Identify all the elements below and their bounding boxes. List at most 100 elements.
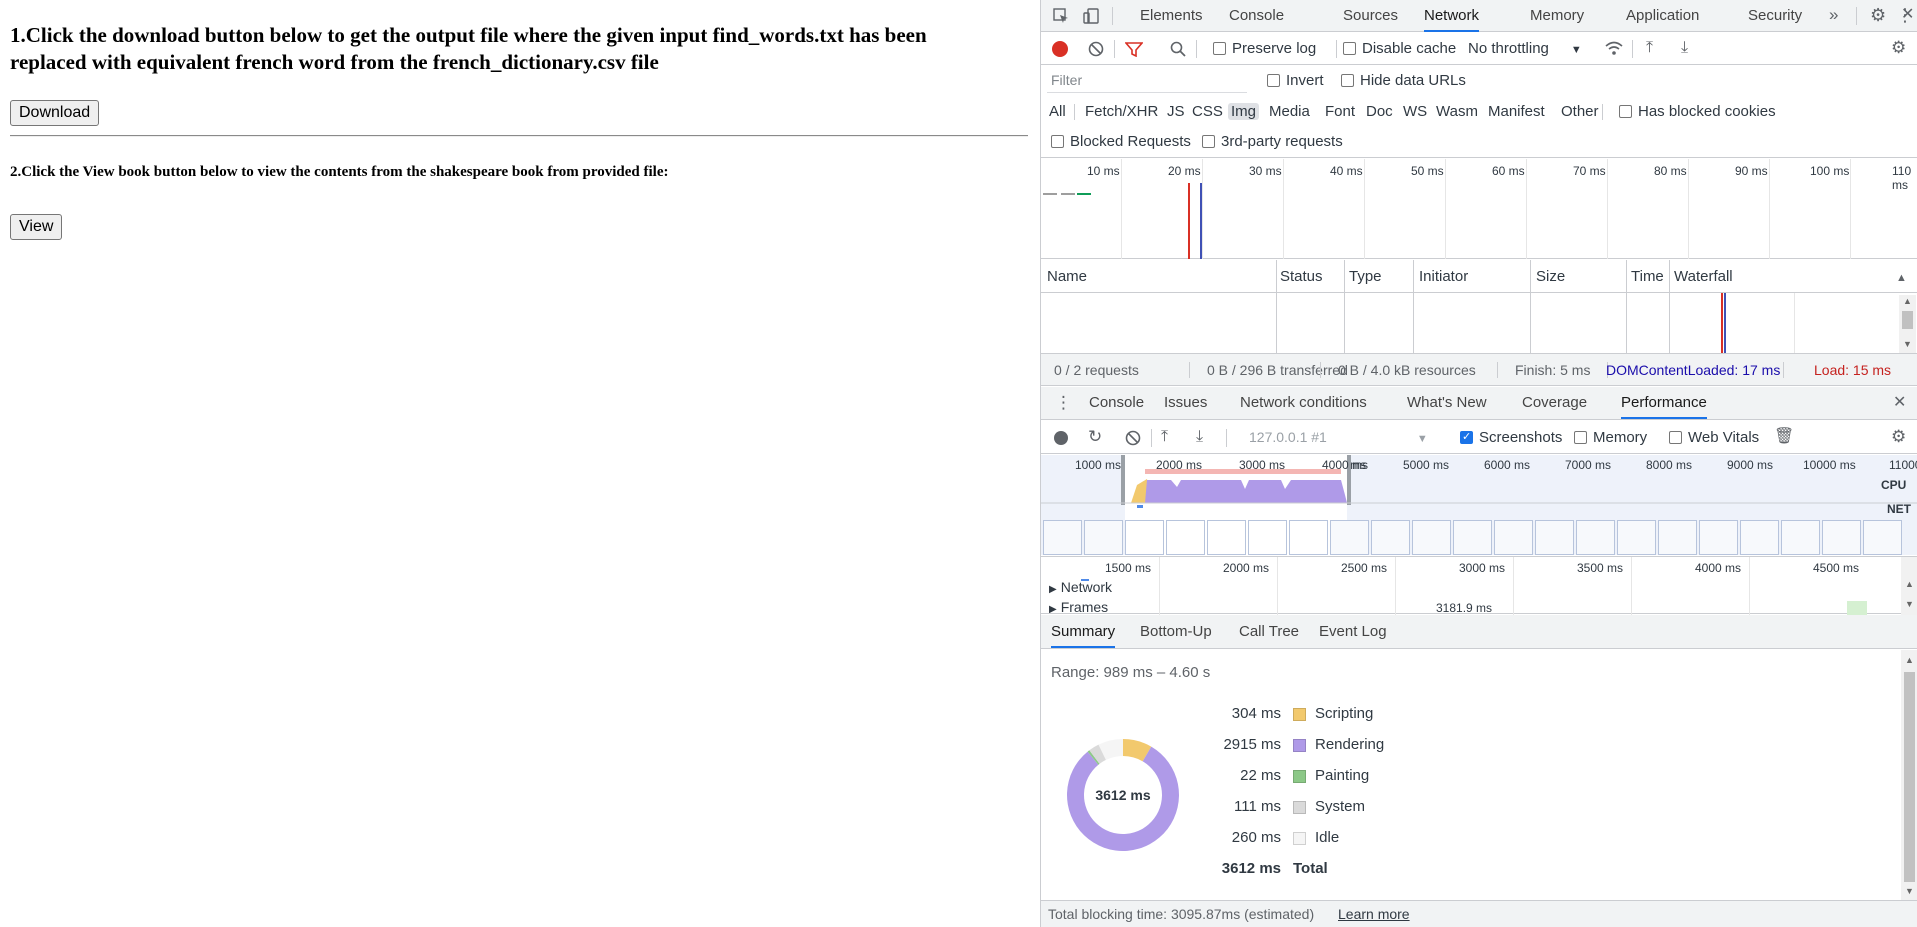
view-button[interactable]: View [10, 214, 63, 240]
learn-more-link[interactable]: Learn more [1338, 906, 1410, 922]
type-filter-wasm[interactable]: Wasm [1436, 103, 1478, 120]
column-status[interactable]: Status [1280, 268, 1323, 285]
performance-overview[interactable]: 1000 ms 2000 ms 3000 ms 4000 ms 5000 ms … [1041, 455, 1917, 555]
tab-network[interactable]: Network [1424, 0, 1480, 32]
memory-checkbox[interactable]: Memory [1574, 429, 1647, 446]
timeline-tick: 2500 ms [1341, 561, 1388, 575]
network-toolbar: Preserve log Disable cache No throttling… [1041, 33, 1917, 65]
type-filter-ws[interactable]: WS [1403, 103, 1427, 120]
hide-data-urls-checkbox[interactable]: Hide data URLs [1341, 72, 1466, 89]
chevron-double-right-icon[interactable]: » [1829, 6, 1838, 23]
column-time[interactable]: Time [1631, 268, 1664, 285]
legend-value: 2915 ms [1223, 736, 1281, 753]
timeline-tick: 2000 ms [1223, 561, 1270, 575]
details-tab-summary[interactable]: Summary [1051, 615, 1116, 648]
separator [1196, 40, 1197, 58]
legend-value: 260 ms [1231, 829, 1281, 846]
tab-memory[interactable]: Memory [1530, 0, 1584, 32]
separator [1856, 7, 1857, 25]
type-filter-fetch-xhr[interactable]: Fetch/XHR [1085, 103, 1158, 120]
invert-checkbox[interactable]: Invert [1267, 72, 1324, 89]
column-type[interactable]: Type [1349, 268, 1382, 285]
total-blocking-time: Total blocking time: 3095.87ms (estimate… [1048, 906, 1315, 922]
record-icon[interactable] [1052, 41, 1068, 57]
drawer-tab-performance[interactable]: Performance [1621, 387, 1707, 419]
status-finish: Finish: 5 ms [1515, 362, 1591, 378]
performance-settings-gear-icon[interactable]: ⚙ [1891, 428, 1906, 445]
type-filter-all[interactable]: All [1049, 103, 1066, 120]
blocked-requests-checkbox[interactable]: Blocked Requests [1051, 133, 1191, 150]
download-button[interactable]: Download [10, 100, 100, 126]
devtools-tabbar: Elements Console Sources Network Memory … [1041, 0, 1917, 32]
close-devtools-icon[interactable]: ✕ [1901, 7, 1914, 23]
inspect-element-icon[interactable] [1053, 8, 1069, 28]
type-filter-img[interactable]: Img [1228, 103, 1260, 120]
summary-scrollbar[interactable]: ▲ ▼ [1901, 650, 1917, 900]
drawer-tab-coverage[interactable]: Coverage [1522, 387, 1587, 419]
preserve-log-checkbox[interactable]: Preserve log [1213, 40, 1316, 57]
drawer-more-icon[interactable]: ⋮ [1055, 394, 1072, 411]
tab-sources[interactable]: Sources [1343, 0, 1398, 32]
type-filter-doc[interactable]: Doc [1366, 103, 1393, 120]
clear-profile-icon[interactable] [1125, 430, 1141, 450]
network-settings-gear-icon[interactable]: ⚙ [1891, 39, 1906, 56]
export-har-icon[interactable]: ⤓ [1681, 40, 1688, 56]
type-filter-font[interactable]: Font [1325, 103, 1355, 120]
details-tab-bottom-up[interactable]: Bottom-Up [1140, 615, 1212, 647]
import-har-icon[interactable]: ⤒ [1646, 40, 1653, 56]
network-conditions-icon[interactable] [1604, 40, 1624, 60]
network-overview[interactable]: 10 ms 20 ms 30 ms 40 ms 50 ms 60 ms 70 m… [1041, 159, 1917, 259]
type-filter-css[interactable]: CSS [1192, 103, 1223, 120]
load-profile-icon[interactable]: ⤒ [1161, 429, 1168, 445]
tab-console[interactable]: Console [1229, 0, 1284, 32]
drawer-tab-network-conditions[interactable]: Network conditions [1240, 387, 1367, 419]
throttling-select[interactable]: No throttling ▼ [1468, 40, 1582, 57]
save-profile-icon[interactable]: ⤓ [1196, 429, 1203, 445]
close-drawer-icon[interactable]: ✕ [1893, 395, 1906, 411]
details-tab-call-tree[interactable]: Call Tree [1239, 615, 1299, 647]
disable-cache-checkbox[interactable]: Disable cache [1343, 40, 1456, 57]
third-party-requests-checkbox[interactable]: 3rd-party requests [1202, 133, 1343, 150]
request-bar [1061, 193, 1075, 195]
record-profile-icon[interactable] [1054, 431, 1068, 445]
clear-icon[interactable] [1088, 41, 1104, 61]
column-initiator[interactable]: Initiator [1419, 268, 1468, 285]
status-transferred: 0 B / 296 B transferred [1207, 362, 1348, 378]
screenshots-checkbox[interactable]: Screenshots [1460, 429, 1562, 446]
web-vitals-checkbox[interactable]: Web Vitals [1669, 429, 1759, 446]
request-table-header: Name Status Type Initiator Size Time Wat… [1041, 260, 1917, 293]
type-filter-media[interactable]: Media [1269, 103, 1310, 120]
reload-profile-icon[interactable]: ↻ [1088, 428, 1102, 445]
performance-toolbar: ↻ ⤒ ⤓ 127.0.0.1 #1▼ Screenshots Memory W… [1041, 421, 1917, 454]
waterfall-dcl-marker [1724, 293, 1726, 353]
type-filter-manifest[interactable]: Manifest [1488, 103, 1545, 120]
drawer-tab-issues[interactable]: Issues [1164, 387, 1207, 419]
target-select[interactable]: 127.0.0.1 #1 ▼ [1249, 429, 1428, 445]
device-toolbar-icon[interactable] [1083, 8, 1101, 28]
tab-application[interactable]: Application [1626, 0, 1699, 32]
has-blocked-cookies-checkbox[interactable]: Has blocked cookies [1619, 103, 1776, 120]
type-filter-js[interactable]: JS [1167, 103, 1185, 120]
tab-elements[interactable]: Elements [1140, 0, 1203, 32]
search-icon[interactable] [1170, 41, 1186, 61]
tab-security[interactable]: Security [1748, 0, 1802, 32]
details-tab-event-log[interactable]: Event Log [1319, 615, 1387, 647]
legend-value: 22 ms [1240, 767, 1281, 784]
sort-ascending-icon[interactable]: ▲ [1896, 270, 1907, 286]
track-frames[interactable]: ▶ Frames [1049, 599, 1108, 613]
track-network[interactable]: ▶ Network [1049, 579, 1112, 595]
gear-icon[interactable]: ⚙ [1870, 6, 1886, 24]
column-name[interactable]: Name [1047, 268, 1087, 285]
type-filter-other[interactable]: Other [1561, 103, 1599, 120]
column-size[interactable]: Size [1536, 268, 1565, 285]
request-table-scrollbar[interactable]: ▲ ▼ [1899, 295, 1916, 353]
filter-input[interactable]: Filter [1047, 70, 1247, 93]
timeline-scrollbar[interactable]: ▲ ▼ [1901, 557, 1917, 615]
trash-icon[interactable]: 🗑 [1774, 429, 1794, 445]
drawer-tab-whats-new[interactable]: What's New [1407, 387, 1487, 419]
column-waterfall[interactable]: Waterfall [1674, 268, 1733, 285]
drawer-tab-console[interactable]: Console [1089, 387, 1144, 419]
status-load: Load: 15 ms [1814, 362, 1892, 378]
filter-icon[interactable] [1124, 41, 1144, 61]
performance-timeline[interactable]: 1500 ms 2000 ms 2500 ms 3000 ms 3500 ms … [1041, 556, 1917, 615]
